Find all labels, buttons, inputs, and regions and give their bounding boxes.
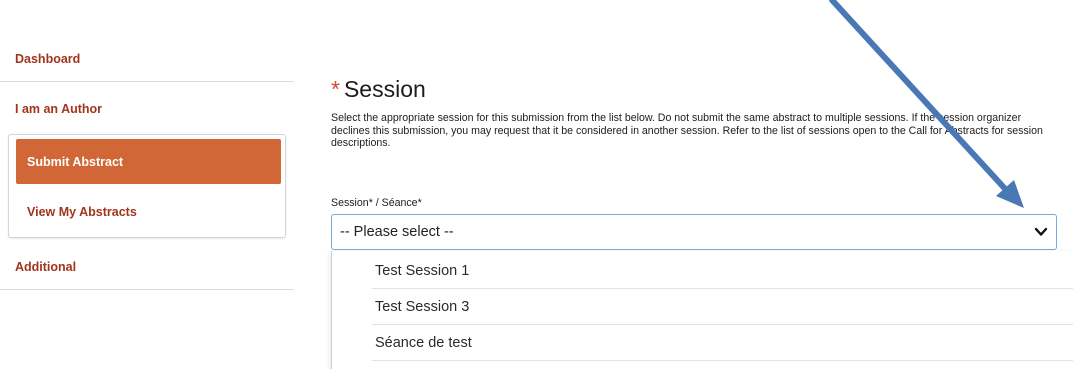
session-option-test-session-1[interactable]: Test Session 1 <box>372 253 1072 288</box>
session-description: Select the appropriate session for this … <box>331 112 1043 150</box>
sidebar-item-view-my-abstracts[interactable]: View My Abstracts <box>16 189 281 234</box>
sidebar-item-submit-abstract[interactable]: Submit Abstract <box>16 139 281 184</box>
sidebar-item-additional[interactable]: Additional <box>15 260 76 274</box>
page-title-text: Session <box>343 76 426 102</box>
required-marker: * <box>331 76 340 102</box>
session-select[interactable]: -- Please select -- <box>331 214 1057 250</box>
chevron-down-icon[interactable] <box>1034 226 1048 238</box>
session-option-test-session-3[interactable]: Test Session 3 <box>372 289 1072 324</box>
annotation-arrow-head <box>996 180 1024 208</box>
session-select-value: -- Please select -- <box>340 224 454 240</box>
sidebar: Dashboard I am an Author Submit Abstract… <box>0 0 294 369</box>
session-dropdown-list: Test Session 1 Test Session 3 Séance de … <box>331 251 1073 369</box>
annotation-arrow-shaft <box>829 0 1011 195</box>
sidebar-item-i-am-an-author[interactable]: I am an Author <box>15 102 102 116</box>
sidebar-item-dashboard[interactable]: Dashboard <box>15 52 80 66</box>
session-field-label: Session* / Séance* <box>331 197 422 209</box>
session-option-seance-de-test[interactable]: Séance de test <box>372 325 1072 360</box>
sidebar-divider <box>0 289 294 290</box>
page-title: * Session <box>331 76 426 103</box>
sidebar-divider <box>0 81 294 82</box>
option-divider <box>372 360 1073 361</box>
